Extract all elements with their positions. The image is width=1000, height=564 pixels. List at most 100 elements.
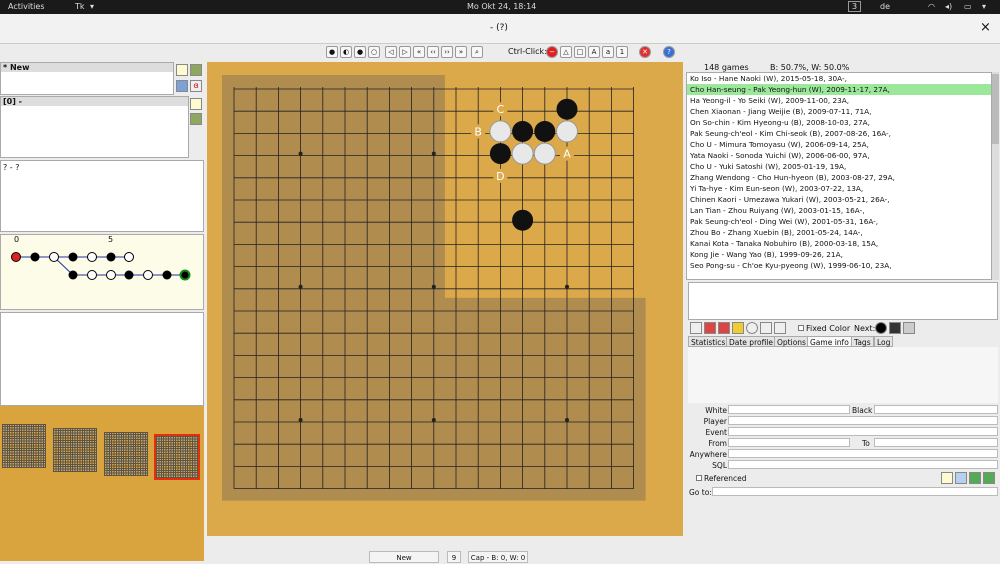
clock[interactable]: Mo Okt 24, 18:14 <box>467 2 536 11</box>
black-stone-icon[interactable]: ● <box>354 46 366 58</box>
thumbnail-1[interactable] <box>2 424 46 468</box>
clear-icon[interactable] <box>760 322 772 334</box>
alternate-color-icon[interactable]: ◐ <box>340 46 352 58</box>
tab-date-profile[interactable]: Date profile <box>726 336 777 347</box>
search-icon[interactable] <box>690 322 702 334</box>
new-game-label[interactable]: * New <box>1 63 173 72</box>
open-database-icon[interactable] <box>190 64 202 76</box>
black-to-play-icon[interactable]: ● <box>326 46 338 58</box>
home-icon[interactable] <box>704 322 716 334</box>
number-label-tool[interactable]: 1 <box>616 46 628 58</box>
home-reset-icon[interactable] <box>718 322 730 334</box>
search-pattern-icon[interactable]: ⌕ <box>471 46 483 58</box>
label-a-icon[interactable] <box>746 322 758 334</box>
anywhere-field[interactable] <box>728 449 998 458</box>
new-node-icon[interactable] <box>190 98 202 110</box>
chevron-down-icon[interactable]: ▾ <box>982 2 986 11</box>
from-field[interactable] <box>728 438 850 447</box>
previous-move-icon[interactable]: ◁ <box>385 46 397 58</box>
game-list-item[interactable]: Cho U - Yuki Satoshi (W), 2005-01-19, 19… <box>687 161 991 172</box>
results-scrollbar[interactable] <box>992 72 999 280</box>
fixed-color-checkbox[interactable] <box>798 325 804 331</box>
black-stone[interactable] <box>556 98 578 120</box>
game-tree-graph[interactable] <box>1 243 203 309</box>
scrollbar-thumb[interactable] <box>992 74 999 144</box>
node-db-icon[interactable] <box>190 113 202 125</box>
game-list-item[interactable]: Chinen Kaori - Umezawa Yukari (W), 2003-… <box>687 194 991 205</box>
back-arrow-icon[interactable] <box>969 472 981 484</box>
referenced-checkbox[interactable] <box>696 475 702 481</box>
node-panel[interactable]: [0] - <box>0 96 189 158</box>
tab-options[interactable]: Options <box>774 336 809 347</box>
tab-tags[interactable]: Tags <box>851 336 874 347</box>
tab-statistics[interactable]: Statistics <box>688 336 729 347</box>
game-list-item[interactable]: Yata Naoki - Sonoda Yuichi (W), 2006-06-… <box>687 150 991 161</box>
event-field[interactable] <box>728 427 998 436</box>
to-field[interactable] <box>874 438 998 447</box>
forward-arrow-icon[interactable] <box>983 472 995 484</box>
new-search-icon[interactable] <box>941 472 953 484</box>
new-file-icon[interactable] <box>176 64 188 76</box>
game-list-item[interactable]: Pak Seung-ch'eol - Ding Wei (W), 2001-05… <box>687 216 991 227</box>
close-window-button[interactable]: × <box>980 20 991 35</box>
thumbnail-current[interactable] <box>154 434 200 480</box>
end-icon[interactable]: » <box>455 46 467 58</box>
game-list-item[interactable]: Cho Han-seung - Pak Yeong-hun (W), 2009-… <box>687 84 991 95</box>
goto-field[interactable] <box>712 487 998 496</box>
white-stone[interactable] <box>511 142 534 165</box>
preview-panel[interactable] <box>688 282 998 320</box>
back-many-icon[interactable]: ‹‹ <box>427 46 439 58</box>
game-list-item[interactable]: Chen Xiaonan - Jiang Weijie (B), 2009-07… <box>687 106 991 117</box>
tab-game-info[interactable]: Game info <box>807 336 852 347</box>
player-field[interactable] <box>728 416 998 425</box>
game-list-item[interactable]: Cho U - Mimura Tomoyasu (W), 2006-09-14,… <box>687 139 991 150</box>
next-move-icon[interactable]: ▷ <box>399 46 411 58</box>
go-board[interactable]: C B A D <box>207 62 683 536</box>
black-field[interactable] <box>874 405 998 414</box>
white-stone[interactable] <box>556 120 578 143</box>
next-black-icon[interactable] <box>875 322 887 334</box>
game-results-list[interactable]: Ko Iso - Hane Naoki (W), 2015-05-18, 30A… <box>686 72 992 280</box>
star-icon[interactable] <box>732 322 744 334</box>
game-list-item[interactable]: On So-chin - Kim Hyeong-u (B), 2008-10-0… <box>687 117 991 128</box>
game-list-item[interactable]: Ko Iso - Hane Naoki (W), 2015-05-18, 30A… <box>687 73 991 84</box>
lowercase-label-tool[interactable]: a <box>602 46 614 58</box>
game-list-item[interactable]: Zhang Wendong - Cho Hun-hyeon (B), 2003-… <box>687 172 991 183</box>
game-list-panel[interactable]: * New <box>0 62 174 95</box>
language-indicator[interactable]: de <box>880 2 890 11</box>
triangle-marker-icon[interactable]: △ <box>560 46 572 58</box>
game-list-item[interactable]: Kong Jie - Wang Yao (B), 1999-09-26, 21A… <box>687 249 991 260</box>
game-list-item[interactable]: Seo Pong-su - Ch'oe Kyu-pyeong (W), 1999… <box>687 260 991 271</box>
next-either-icon[interactable] <box>889 322 901 334</box>
sql-field[interactable] <box>728 460 998 469</box>
workspace-indicator[interactable]: 3 <box>848 1 862 12</box>
game-list-item[interactable]: Yi Ta-hye - Kim Eun-seon (W), 2003-07-22… <box>687 183 991 194</box>
game-list-item[interactable]: Pak Seung-ch'eol - Kim Chi-seok (B), 200… <box>687 128 991 139</box>
variation-panel[interactable] <box>0 312 204 406</box>
tab-log[interactable]: Log <box>874 336 894 347</box>
search-go-icon[interactable] <box>955 472 967 484</box>
game-tree-panel[interactable]: 0 5 <box>0 234 204 310</box>
thumbnail-2[interactable] <box>53 428 97 472</box>
white-stone[interactable] <box>489 120 512 143</box>
battery-icon[interactable]: ▭ <box>964 2 972 11</box>
comment-panel[interactable]: ? - ? <box>0 160 204 232</box>
bicycle-icon[interactable]: ɞ <box>190 80 202 92</box>
save-icon[interactable] <box>176 80 188 92</box>
thumbnail-strip[interactable] <box>0 406 204 561</box>
black-stone[interactable] <box>534 120 556 142</box>
white-stone-icon[interactable]: ○ <box>368 46 380 58</box>
black-stone[interactable] <box>489 143 511 165</box>
game-list-item[interactable]: Kanai Kota - Tanaka Nobuhiro (B), 2000-0… <box>687 238 991 249</box>
wifi-icon[interactable]: ◠ <box>928 2 935 11</box>
text-icon[interactable] <box>774 322 786 334</box>
close-game-icon[interactable]: ✕ <box>639 46 651 58</box>
uppercase-label-tool[interactable]: A <box>588 46 600 58</box>
app-menu[interactable]: Tk <box>75 2 85 11</box>
rewind-icon[interactable]: « <box>413 46 425 58</box>
white-stone[interactable] <box>533 142 556 165</box>
square-marker-icon[interactable]: □ <box>574 46 586 58</box>
game-list-item[interactable]: Zhou Bo - Zhang Xuebin (B), 2001-05-24, … <box>687 227 991 238</box>
thumbnail-3[interactable] <box>104 432 148 476</box>
black-stone[interactable] <box>512 120 534 142</box>
